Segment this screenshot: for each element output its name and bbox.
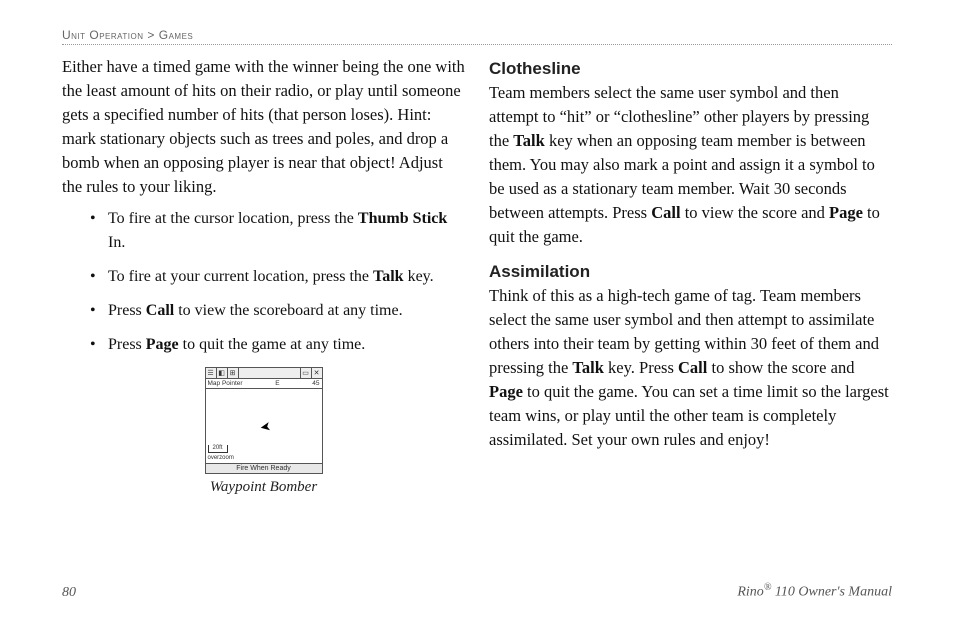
assimilation-paragraph: Think of this as a high-tech game of tag… [489,284,892,451]
overzoom-label: overzoom [208,455,234,461]
key-name: Talk [373,268,404,285]
key-name: Page [146,336,179,353]
key-name: Talk [572,358,604,377]
toolbar-icon: ▭ [300,368,311,378]
list-text: to quit the game at any time. [179,336,366,353]
text: to view the score and [681,203,829,222]
key-name: Call [678,358,707,377]
figure-caption: Waypoint Bomber [62,479,465,496]
map-pointer-label: Map Pointer [208,380,243,387]
key-name: Call [651,203,680,222]
intro-paragraph: Either have a timed game with the winner… [62,55,465,199]
toolbar-icon: ☰ [206,368,217,378]
list-text: Press [108,336,146,353]
list-text: key. [404,268,434,285]
header-divider [62,44,892,45]
text: to show the score and [707,358,854,377]
brand: Rino [737,585,763,600]
breadcrumb-page: Games [159,28,194,42]
instruction-list: To fire at the cursor location, press th… [62,207,465,357]
device-titlebar: ☰ ◧ ⊞ ▭ ✕ [206,368,322,379]
close-icon: ✕ [311,368,322,378]
manual-rest: 110 Owner's Manual [771,585,892,600]
list-item: To fire at your current location, press … [108,265,465,289]
list-text: Press [108,302,146,319]
key-name: Thumb Stick [358,210,447,227]
clothesline-heading: Clothesline [489,59,892,79]
breadcrumb-sep: > [147,28,155,42]
device-info-row: Map Pointer E 45 [206,379,322,389]
right-column: Clothesline Team members select the same… [489,55,892,496]
key-name: Talk [513,131,545,150]
list-text: To fire at your current location, press … [108,268,373,285]
key-name: Page [829,203,863,222]
toolbar-icon: ⊞ [228,368,239,378]
map-scale: 20ft [208,445,228,453]
manual-title: Rino® 110 Owner's Manual [737,582,892,601]
list-text: To fire at the cursor location, press th… [108,210,358,227]
toolbar-icon: ◧ [217,368,228,378]
text: key. Press [604,358,678,377]
heading-e: E [275,380,279,387]
device-status-bar: Fire When Ready [206,463,322,473]
list-text: to view the scoreboard at any time. [174,302,402,319]
text: to quit the game. You can set a time lim… [489,382,889,449]
key-name: Call [146,302,174,319]
cursor-icon: ➤ [258,418,272,436]
left-column: Either have a timed game with the winner… [62,55,465,496]
list-text: In. [108,234,125,251]
device-screenshot: ☰ ◧ ⊞ ▭ ✕ Map Pointer E 45 ➤ 20ft [205,367,323,474]
heading-value: 45 [312,380,319,387]
device-map-area: ➤ 20ft overzoom [206,389,322,463]
page-number: 80 [62,585,76,601]
content-columns: Either have a timed game with the winner… [62,55,892,496]
key-name: Page [489,382,523,401]
list-item: Press Call to view the scoreboard at any… [108,299,465,323]
page-footer: 80 Rino® 110 Owner's Manual [62,582,892,601]
figure: ☰ ◧ ⊞ ▭ ✕ Map Pointer E 45 ➤ 20ft [62,367,465,496]
list-item: Press Page to quit the game at any time. [108,333,465,357]
clothesline-paragraph: Team members select the same user symbol… [489,81,892,248]
breadcrumb: Unit Operation > Games [62,28,892,42]
assimilation-heading: Assimilation [489,262,892,282]
list-item: To fire at the cursor location, press th… [108,207,465,255]
breadcrumb-section: Unit Operation [62,28,144,42]
